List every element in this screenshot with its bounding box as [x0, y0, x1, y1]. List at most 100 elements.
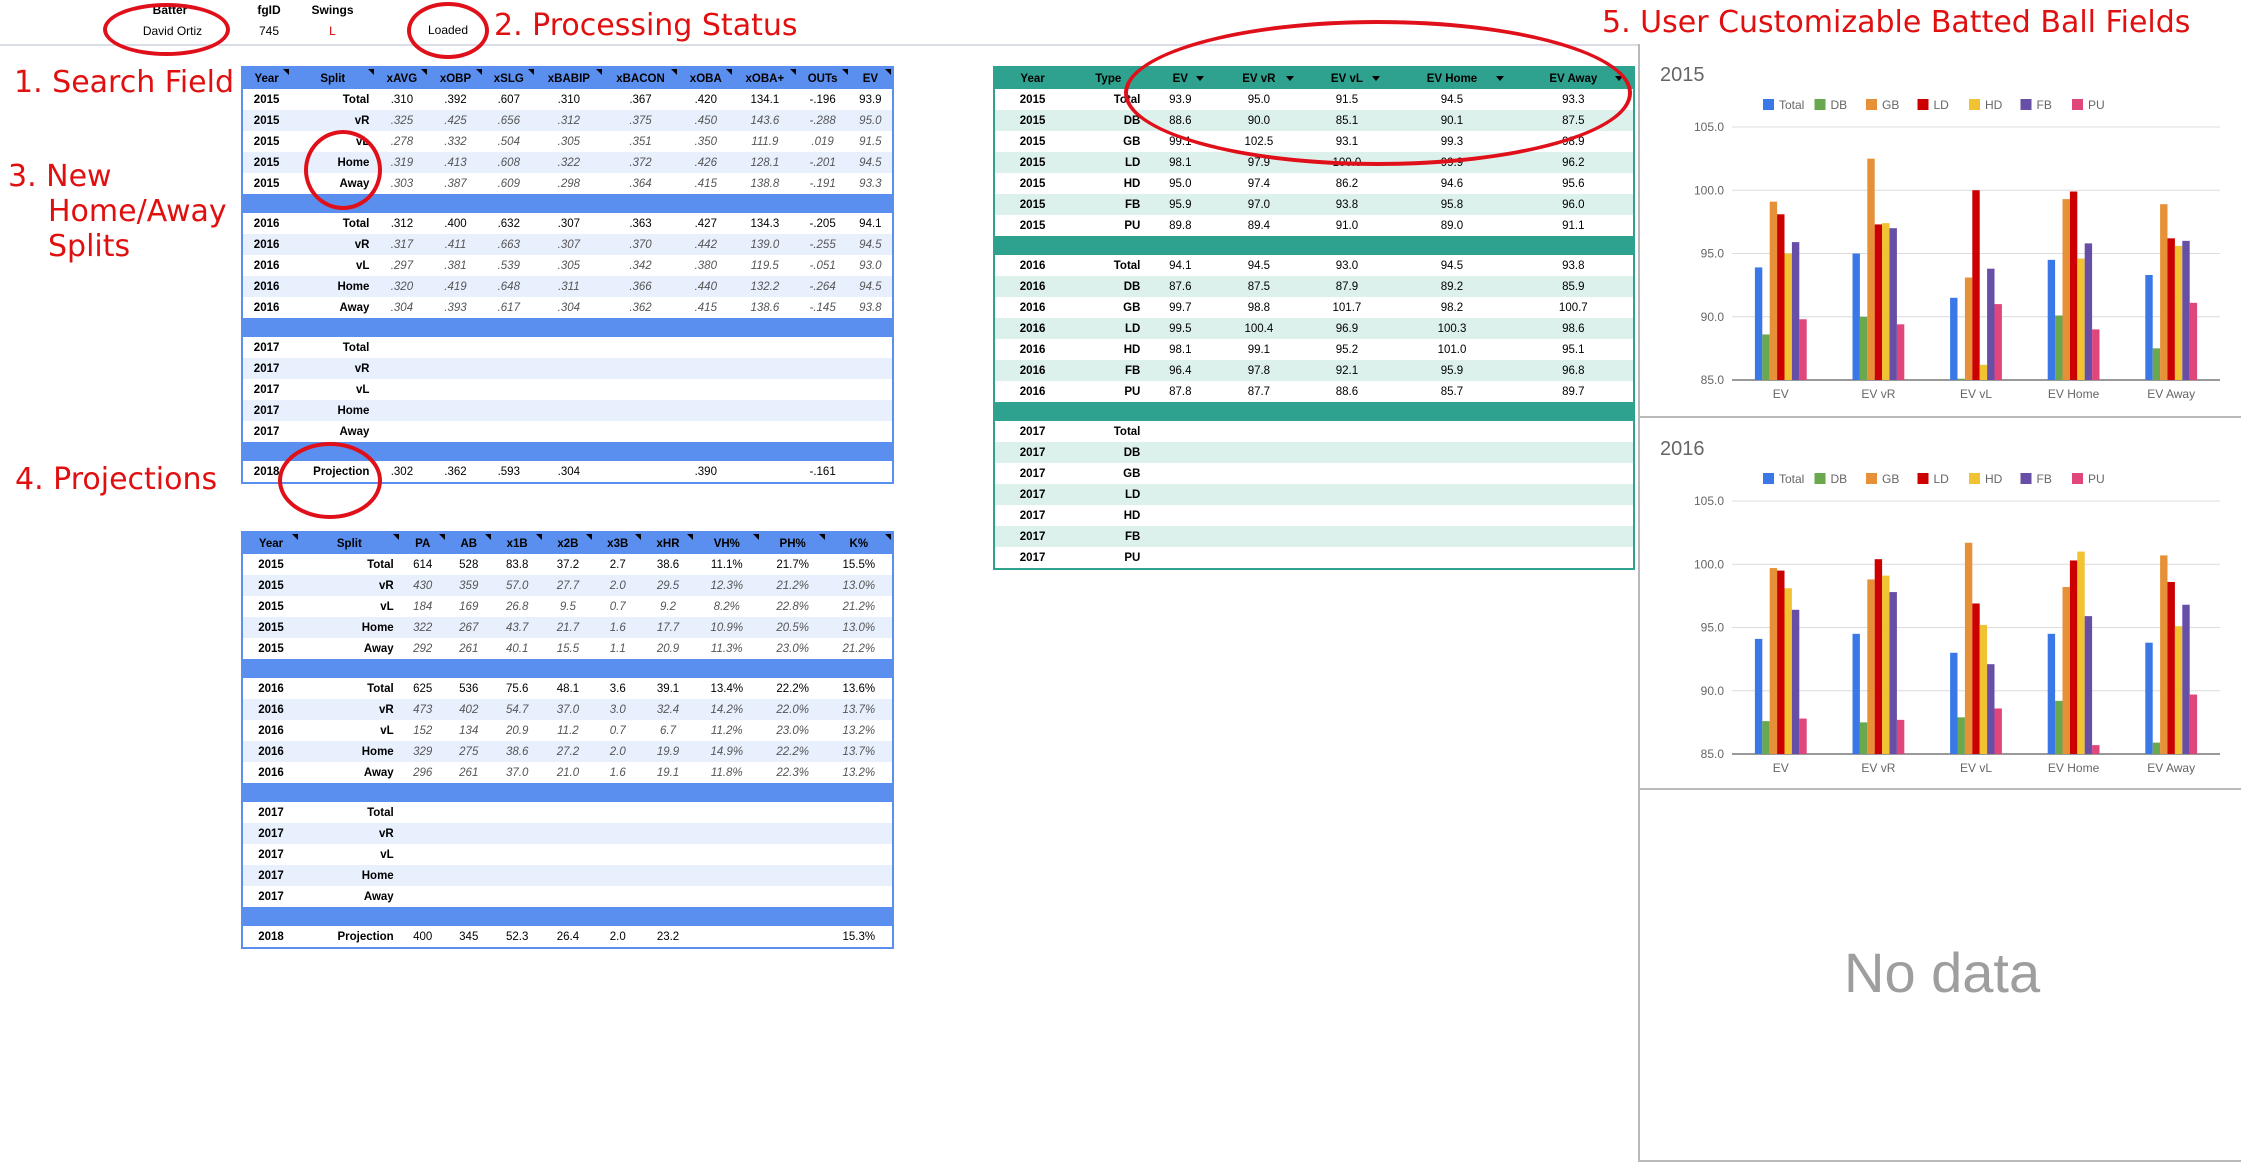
- filter-dropdown-icon[interactable]: [1372, 76, 1381, 81]
- column-header: PH%: [759, 532, 826, 554]
- value-cell: [593, 865, 643, 886]
- value-cell: [602, 358, 679, 379]
- value-cell: 85.9: [1513, 276, 1634, 297]
- split-cell: GB: [1123, 301, 1141, 314]
- value-cell: [542, 823, 594, 844]
- value-cell: -.191: [809, 177, 836, 190]
- column-header: xHR: [642, 532, 694, 554]
- value-cell: 48.1: [556, 682, 580, 695]
- value-cell: 473: [399, 699, 446, 720]
- column-header[interactable]: EV Away: [1513, 67, 1634, 89]
- value-cell: .350: [694, 135, 717, 148]
- value-cell: 29.5: [642, 575, 694, 596]
- filter-dropdown-icon[interactable]: [1615, 76, 1623, 81]
- value-cell: .332: [444, 135, 467, 148]
- y-tick-label: 85.0: [1701, 747, 1725, 761]
- separator-cell: [242, 442, 893, 461]
- table-row: 2017 Home: [242, 865, 893, 886]
- value-cell: 38.6: [656, 558, 680, 571]
- split-cell: Away: [339, 177, 370, 190]
- table-row: 2015 vR 430 359 57.0 27.7 2.0 29.5 12.3% 21.2% 13.…: [242, 575, 893, 596]
- value-cell: 54.7: [491, 699, 543, 720]
- table-row: 2015 vR .325.425.656.312.375.450 143.6 -.288…: [242, 110, 893, 131]
- separator-cell: [242, 659, 893, 678]
- legend-label: HD: [1985, 98, 2003, 112]
- table-row: 2015 Away 292 261 40.1 15.5 1.1 20.9 11.3% 23.0% 2…: [242, 638, 893, 659]
- value-cell: 95.0: [1169, 177, 1192, 190]
- value-cell: [492, 886, 543, 907]
- value-cell: 23.0%: [776, 642, 809, 655]
- split-cell: DB: [1070, 442, 1147, 463]
- column-header[interactable]: EV vL: [1303, 67, 1391, 89]
- year-cell: 2017: [258, 806, 284, 819]
- split-cell: vR: [290, 234, 376, 255]
- value-cell: 27.2: [542, 741, 594, 762]
- value-cell: [1304, 463, 1391, 484]
- value-cell: .609: [497, 177, 520, 190]
- split-cell: Home: [298, 741, 400, 762]
- column-header[interactable]: EV vR: [1214, 67, 1304, 89]
- value-cell: 99.7: [1169, 301, 1192, 314]
- value-cell: .442: [678, 234, 734, 255]
- separator-cell: [242, 907, 893, 926]
- note-corner-icon: [528, 69, 535, 75]
- value-cell: .320: [375, 276, 429, 297]
- note-corner-icon: [789, 69, 796, 75]
- value-cell: 98.9: [1562, 135, 1585, 148]
- value-cell: [428, 400, 483, 421]
- x-tick-label: EV vL: [1960, 387, 1992, 401]
- value-cell: .504: [497, 135, 520, 148]
- value-cell: [1390, 484, 1514, 505]
- table-row: 2017 vR: [242, 358, 893, 379]
- bar-ld-ev: [1777, 570, 1785, 754]
- value-cell: .312: [390, 217, 414, 230]
- bar-total-ev: [1754, 267, 1763, 380]
- split-cell: vR: [290, 358, 376, 379]
- value-cell: 93.3: [1562, 93, 1585, 106]
- table-row: 2017 GB: [994, 463, 1634, 484]
- split-cell: Total: [342, 93, 370, 106]
- value-cell: [678, 358, 734, 379]
- value-cell: 86.2: [1335, 177, 1359, 190]
- batter-search-input[interactable]: David Ortiz: [110, 24, 235, 38]
- note-corner-icon: [484, 534, 491, 540]
- value-cell: 85.1: [1303, 110, 1391, 131]
- filter-dropdown-icon[interactable]: [1285, 76, 1294, 81]
- split-cell: Away: [339, 301, 370, 314]
- value-cell: .019: [811, 135, 834, 148]
- value-cell: 27.7: [542, 575, 594, 596]
- value-cell: 32.4: [642, 699, 694, 720]
- value-cell: [400, 886, 446, 907]
- bar-ld-ev-vl: [1972, 603, 1980, 754]
- filter-dropdown-icon[interactable]: [1495, 76, 1504, 81]
- separator-cell: [994, 402, 1634, 421]
- value-cell: [1214, 442, 1304, 463]
- value-cell: 96.9: [1303, 318, 1391, 339]
- year-cell: 2017: [1019, 551, 1046, 564]
- value-cell: 152: [413, 724, 433, 737]
- value-cell: 96.4: [1146, 360, 1215, 381]
- filter-dropdown-icon[interactable]: [1196, 76, 1205, 81]
- annotation-home-away-2: Home/Away: [48, 194, 227, 229]
- value-cell: 0.7: [609, 724, 626, 737]
- swings-label: Swings: [311, 3, 354, 17]
- batter-label: Batter: [152, 3, 188, 17]
- value-cell: 94.1: [1169, 259, 1192, 272]
- note-corner-icon: [671, 69, 678, 75]
- separator-cell: [242, 783, 893, 802]
- value-cell: 536: [459, 682, 479, 695]
- table-row: 2016 Home .320.419.648.311.366.440 132.2 -.2…: [242, 276, 893, 297]
- column-header[interactable]: EV Home: [1390, 67, 1514, 89]
- value-cell: [1214, 526, 1304, 547]
- year-separator: [242, 783, 893, 802]
- bar-hd-ev-vr: [1882, 223, 1890, 380]
- value-cell: [375, 421, 428, 442]
- value-cell: 97.8: [1214, 360, 1304, 381]
- bar-hd-ev: [1784, 253, 1792, 380]
- value-cell: [797, 421, 849, 442]
- value-cell: 100.7: [1558, 301, 1588, 314]
- bar-gb-ev-vr: [1867, 158, 1875, 380]
- column-header[interactable]: EV: [1146, 67, 1215, 89]
- bar-gb-ev: [1769, 201, 1778, 380]
- value-cell: [375, 337, 428, 358]
